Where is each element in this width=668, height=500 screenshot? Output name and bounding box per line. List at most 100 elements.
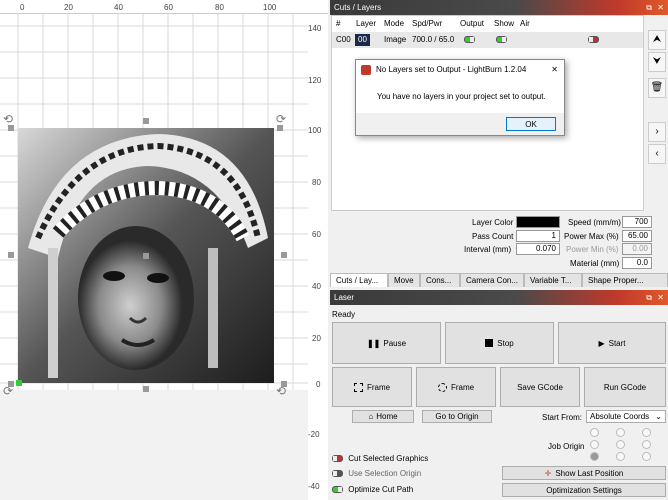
use-selection-origin-toggle[interactable]: Use Selection Origin: [332, 468, 421, 480]
pause-button[interactable]: ❚❚ Pause: [332, 322, 441, 364]
ruler-tick: 60: [164, 3, 173, 12]
selection-handle[interactable]: [143, 253, 149, 259]
close-icon[interactable]: ✕: [551, 60, 558, 80]
col-header: Air: [520, 19, 530, 28]
layer-color-swatch[interactable]: [516, 216, 560, 228]
selection-handle[interactable]: [143, 118, 149, 124]
dialog-title: No Layers set to Output - LightBurn 1.2.…: [376, 65, 527, 74]
frame-rect-button[interactable]: Frame: [332, 367, 412, 407]
tab-console[interactable]: Cons...: [420, 273, 460, 287]
job-origin-radio[interactable]: [616, 428, 625, 437]
dialog-titlebar: No Layers set to Output - LightBurn 1.2.…: [356, 60, 564, 80]
cut-selected-toggle[interactable]: Cut Selected Graphics: [332, 453, 428, 465]
rotate-handle-icon[interactable]: ⟲: [3, 112, 13, 126]
show-last-position-label: Show Last Position: [555, 468, 624, 478]
dialog-footer: OK: [356, 113, 564, 135]
layer-color-swatch: 00: [352, 32, 380, 48]
layer-id: 00: [355, 34, 370, 46]
start-from-select[interactable]: Absolute Coords ⌄: [586, 410, 666, 423]
rotate-handle-icon[interactable]: ⟳: [276, 112, 286, 126]
ruler-tick: 60: [312, 230, 321, 239]
home-button[interactable]: ⌂ Home: [352, 410, 414, 423]
tab-move[interactable]: Move: [388, 273, 420, 287]
col-header: Output: [460, 19, 485, 28]
run-gcode-button[interactable]: Run GCode: [584, 367, 666, 407]
cuts-layers-title: Cuts / Layers ⧉ ✕: [330, 0, 668, 15]
toggle-icon: [332, 455, 343, 462]
show-last-position-button[interactable]: ✛ Show Last Position: [502, 466, 666, 480]
ruler-tick: 20: [64, 3, 73, 12]
selection-handle[interactable]: [8, 252, 14, 258]
arrow-right-icon[interactable]: ›: [648, 122, 666, 142]
interval-input[interactable]: 0.070: [516, 243, 560, 255]
tab-cuts-layers[interactable]: Cuts / Lay...: [330, 273, 388, 287]
start-from-value: Absolute Coords: [590, 412, 650, 421]
power-max-input[interactable]: 65.00: [622, 230, 652, 242]
go-to-origin-button[interactable]: Go to Origin: [422, 410, 492, 423]
start-button[interactable]: ▶ Start: [558, 322, 666, 364]
tab-camera-control[interactable]: Camera Con...: [460, 273, 524, 287]
float-icon[interactable]: ⧉: [646, 290, 652, 305]
job-origin-radio[interactable]: [642, 440, 651, 449]
col-header: #: [336, 19, 341, 28]
power-min-input[interactable]: 0.00: [622, 243, 652, 255]
ruler-tick: -40: [308, 482, 320, 491]
material-input[interactable]: 0.0: [622, 257, 652, 269]
job-origin-radio[interactable]: [590, 440, 599, 449]
selection-handle[interactable]: [143, 386, 149, 392]
use-selection-origin-label: Use Selection Origin: [348, 469, 422, 478]
move-layer-down-icon[interactable]: ⮟: [648, 52, 666, 72]
home-icon: ⌂: [368, 412, 374, 421]
panel-title-text: Cuts / Layers: [334, 3, 382, 12]
pass-count-input[interactable]: 1: [516, 230, 560, 242]
move-layer-up-icon[interactable]: ⮝: [648, 30, 666, 50]
stop-button[interactable]: Stop: [445, 322, 554, 364]
frame-label: Frame: [450, 382, 475, 392]
speed-input[interactable]: 700: [622, 216, 652, 228]
play-icon: ▶: [598, 338, 605, 348]
frame-circle-icon: [437, 382, 447, 392]
frame-circle-button[interactable]: Frame: [416, 367, 496, 407]
ok-button[interactable]: OK: [506, 117, 556, 131]
rotate-handle-icon[interactable]: ⟳: [3, 384, 13, 398]
job-origin-radio-selected[interactable]: [590, 452, 599, 461]
ruler-tick: 80: [215, 3, 224, 12]
cut-settings: Layer Color Pass Count 1 Interval (mm) 0…: [330, 214, 668, 270]
tab-variable-text[interactable]: Variable T...: [524, 273, 582, 287]
selection-handle[interactable]: [281, 252, 287, 258]
job-origin-radio[interactable]: [642, 452, 651, 461]
col-header: Show: [494, 19, 515, 28]
crosshair-icon: ✛: [544, 468, 552, 478]
close-icon[interactable]: ✕: [657, 290, 664, 305]
job-origin-radio[interactable]: [590, 428, 599, 437]
air-toggle[interactable]: [516, 32, 599, 48]
delete-icon[interactable]: 🗑: [648, 78, 666, 98]
cut-selected-label: Cut Selected Graphics: [348, 454, 429, 463]
optimize-cut-path-toggle[interactable]: Optimize Cut Path: [332, 484, 413, 496]
output-toggle[interactable]: [456, 32, 490, 48]
optimize-cut-path-label: Optimize Cut Path: [348, 485, 414, 494]
ruler-tick: 140: [308, 24, 322, 33]
toggle-icon: [332, 470, 343, 477]
workspace-canvas[interactable]: 0 20 40 60 80 100 140 120 100 80 60 40 2…: [0, 0, 328, 500]
job-origin-radio[interactable]: [616, 440, 625, 449]
tab-shape-properties[interactable]: Shape Proper...: [582, 273, 668, 287]
frame-rect-icon: [353, 382, 363, 392]
save-gcode-button[interactable]: Save GCode: [500, 367, 580, 407]
arrow-left-icon[interactable]: ‹: [648, 144, 666, 164]
laser-panel: Laser ⧉ ✕ Ready ❚❚ Pause Stop ▶ Start Fram…: [330, 290, 668, 500]
float-icon[interactable]: ⧉: [646, 0, 652, 15]
close-icon[interactable]: ✕: [657, 0, 664, 15]
job-origin-radio[interactable]: [642, 428, 651, 437]
job-origin-radio[interactable]: [616, 452, 625, 461]
optimization-settings-button[interactable]: Optimization Settings: [502, 483, 666, 497]
layer-row[interactable]: C00 00 Image 700.0 / 65.0: [332, 32, 643, 48]
show-toggle[interactable]: [490, 32, 516, 48]
rotate-handle-icon[interactable]: ⟲: [276, 384, 286, 398]
ruler-tick: 80: [312, 178, 321, 187]
ruler-tick: 0: [316, 380, 321, 389]
dialog-message: You have no layers in your project set t…: [377, 92, 546, 101]
stop-label: Stop: [497, 338, 514, 348]
stop-icon: [485, 339, 494, 347]
ruler-tick: -20: [308, 430, 320, 439]
